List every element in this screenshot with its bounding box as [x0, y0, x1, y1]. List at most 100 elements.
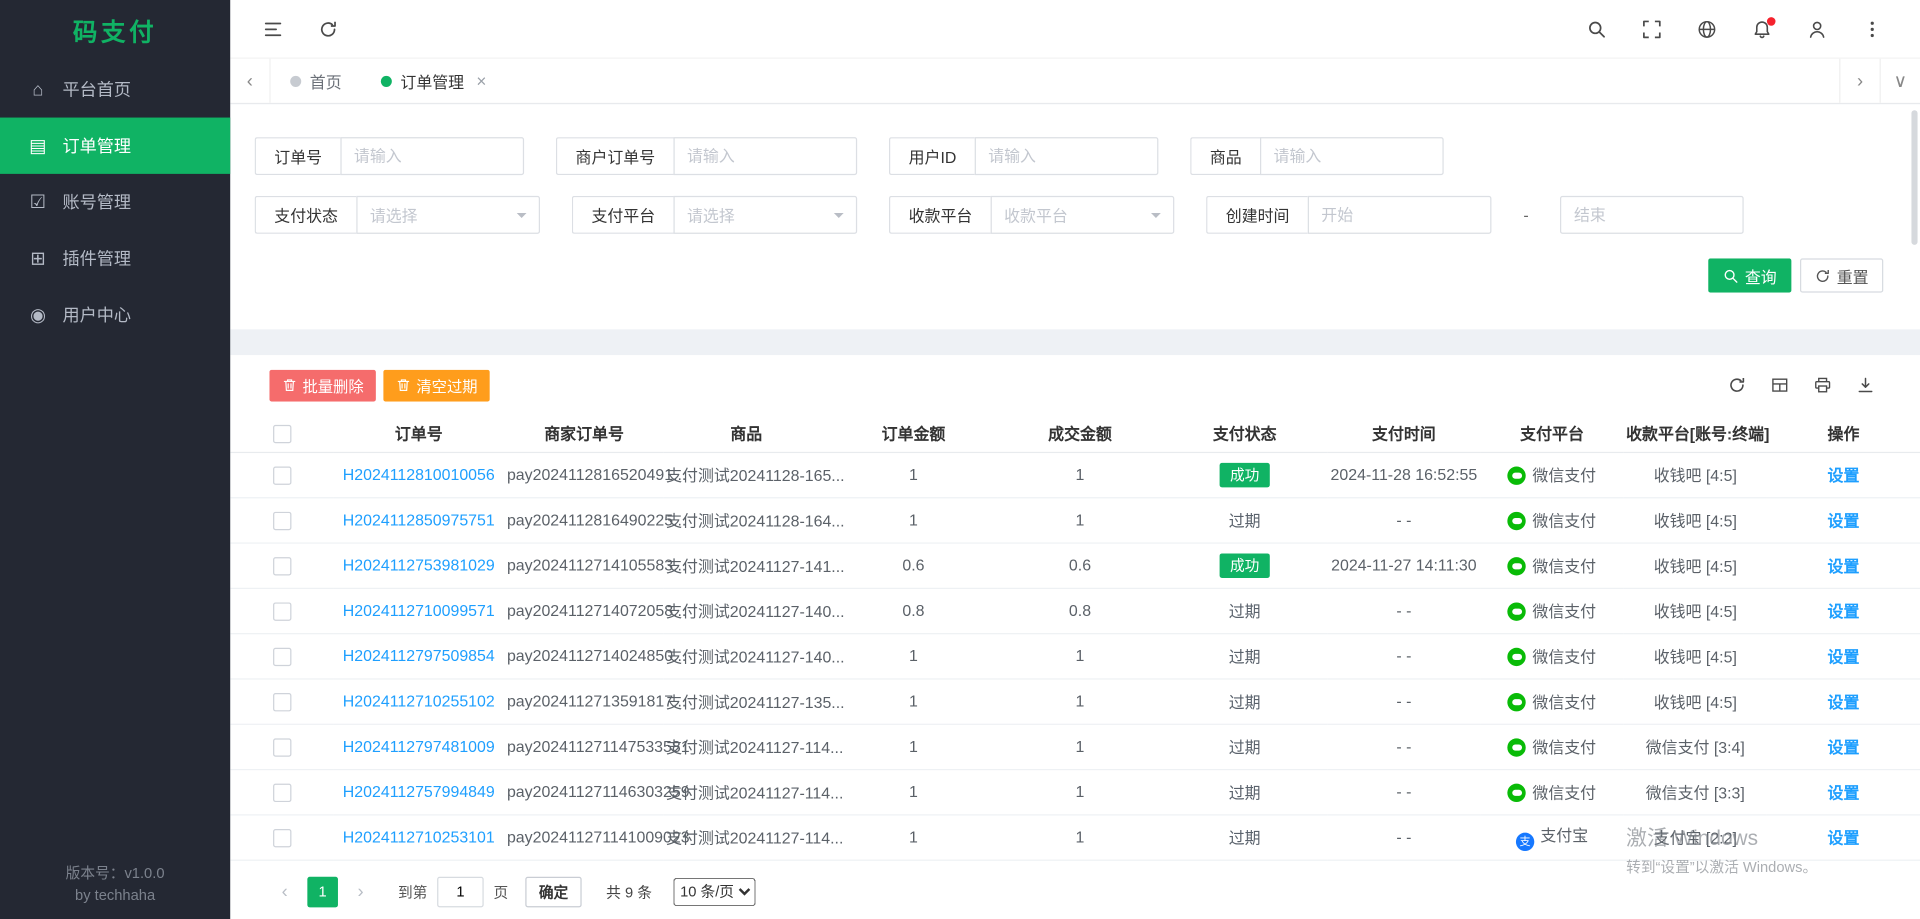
fullscreen-icon[interactable] [1641, 18, 1663, 40]
refresh-icon[interactable] [317, 18, 339, 40]
product-input[interactable] [1260, 137, 1444, 175]
order-amount-cell: 1 [829, 497, 998, 542]
sidebar-item-accounts[interactable]: ☑ 账号管理 [0, 174, 230, 230]
row-checkbox[interactable] [272, 783, 290, 801]
wechat-pay-icon [1508, 738, 1526, 756]
order-number-link[interactable]: H2024112710253101 [343, 828, 495, 846]
pay-status-select[interactable]: 请选择 [356, 196, 540, 234]
refresh-table-icon[interactable] [1725, 374, 1747, 396]
row-settings-link[interactable]: 设置 [1828, 467, 1860, 485]
row-checkbox[interactable] [272, 602, 290, 620]
row-checkbox[interactable] [272, 557, 290, 575]
tabs-scroll-left-button[interactable]: ‹ [230, 59, 270, 103]
version-info: 版本号：v1.0.0 by techhaha [0, 862, 230, 908]
order-number-link[interactable]: H2024112797509854 [343, 647, 495, 665]
sidebar-item-orders[interactable]: ▤ 订单管理 [0, 118, 230, 174]
table-row: H2024112757994849 pay202411271146303259 … [230, 769, 1920, 814]
date-range-separator: - [1523, 206, 1528, 224]
row-settings-link[interactable]: 设置 [1828, 557, 1860, 575]
order-number-link[interactable]: H2024112810010056 [343, 465, 495, 483]
order-number-link[interactable]: H2024112710255102 [343, 692, 495, 710]
tabs-menu-button[interactable]: ∨ [1880, 59, 1920, 103]
pay-platform-label: 支付平台 [572, 196, 674, 234]
reset-button[interactable]: 重置 [1800, 258, 1883, 292]
row-settings-link[interactable]: 设置 [1828, 648, 1860, 666]
confirm-page-button[interactable]: 确定 [525, 876, 581, 907]
language-icon[interactable] [1696, 18, 1718, 40]
row-checkbox[interactable] [272, 511, 290, 529]
pay-platform-cell: 微信支付 [1480, 542, 1623, 587]
row-checkbox[interactable] [272, 647, 290, 665]
toolbar-buttons: 批量删除 清空过期 [269, 369, 489, 401]
row-settings-link[interactable]: 设置 [1828, 784, 1860, 802]
merchant-order-no-label: 商户订单号 [556, 137, 674, 175]
tab-home[interactable]: 首页 [271, 59, 362, 103]
row-checkbox[interactable] [272, 738, 290, 756]
order-no-input[interactable] [340, 137, 524, 175]
goto-page-input[interactable] [437, 876, 484, 907]
page-unit-label: 页 [493, 881, 508, 902]
merchant-order-no-cell: pay2024112713591817... [504, 678, 663, 723]
row-checkbox[interactable] [272, 828, 290, 846]
receiver-platform-cell: 收钱吧 [4:5] [1624, 588, 1767, 633]
order-number-link[interactable]: H2024112850975751 [343, 511, 495, 529]
next-page-button[interactable]: › [345, 876, 376, 907]
tab-status-dot [381, 75, 392, 86]
order-amount-cell: 1 [829, 633, 998, 678]
search-icon[interactable] [1586, 18, 1608, 40]
row-checkbox[interactable] [272, 692, 290, 710]
order-number-link[interactable]: H2024112710099571 [343, 601, 495, 619]
row-settings-link[interactable]: 设置 [1828, 602, 1860, 620]
row-checkbox[interactable] [272, 466, 290, 484]
scrollbar-thumb[interactable] [1911, 110, 1917, 245]
receiver-platform-cell: 收钱吧 [4:5] [1624, 633, 1767, 678]
app-logo: 码支付 [0, 0, 230, 59]
row-settings-link[interactable]: 设置 [1828, 693, 1860, 711]
sidebar-item-home[interactable]: ⌂ 平台首页 [0, 61, 230, 117]
row-settings-link[interactable]: 设置 [1828, 738, 1860, 756]
page-size-select[interactable]: 10 条/页 [674, 877, 756, 905]
collapse-menu-icon[interactable] [262, 18, 284, 40]
pay-status-cell: 过期 [1162, 588, 1327, 633]
more-vertical-icon[interactable] [1861, 18, 1883, 40]
trash-icon [282, 377, 298, 393]
select-all-checkbox[interactable] [272, 425, 290, 443]
pay-time-cell: - - [1327, 497, 1480, 542]
columns-icon[interactable] [1768, 374, 1790, 396]
tab-orders[interactable]: 订单管理 × [361, 59, 506, 103]
row-settings-link[interactable]: 设置 [1828, 512, 1860, 530]
merchant-order-no-input[interactable] [674, 137, 858, 175]
row-settings-link[interactable]: 设置 [1828, 829, 1860, 847]
product-cell: 支付测试20241127-114... [664, 814, 829, 859]
sidebar-item-label: 插件管理 [62, 246, 131, 270]
sidebar-item-user-center[interactable]: ◉ 用户中心 [0, 287, 230, 343]
user-id-input[interactable] [975, 137, 1159, 175]
sidebar-item-plugins[interactable]: ⊞ 插件管理 [0, 230, 230, 286]
pay-status-cell: 过期 [1162, 814, 1327, 859]
pay-platform-select[interactable]: 请选择 [674, 196, 858, 234]
prev-page-button[interactable]: ‹ [269, 876, 300, 907]
filter-row-1: 订单号 商户订单号 用户ID 商品 [255, 137, 1884, 175]
tab-close-icon[interactable]: × [476, 71, 486, 91]
status-badge: 成功 [1220, 553, 1269, 577]
date-end-input[interactable] [1560, 196, 1744, 234]
print-icon[interactable] [1811, 374, 1833, 396]
order-number-link[interactable]: H2024112757994849 [343, 782, 495, 800]
receive-platform-select[interactable]: 收款平台 [991, 196, 1175, 234]
batch-delete-button[interactable]: 批量删除 [269, 369, 376, 401]
export-icon[interactable] [1854, 374, 1876, 396]
date-start-input[interactable] [1308, 196, 1492, 234]
deal-amount-cell: 1 [998, 452, 1162, 497]
tab-label: 订单管理 [400, 69, 464, 92]
current-page-button[interactable]: 1 [307, 876, 338, 907]
profile-icon[interactable] [1806, 18, 1828, 40]
open-tabs: 首页 订单管理 × [271, 59, 1840, 103]
order-number-link[interactable]: H2024112753981029 [343, 556, 495, 574]
order-number-link[interactable]: H2024112797481009 [343, 737, 495, 755]
status-badge: 过期 [1229, 648, 1261, 666]
notification-icon[interactable] [1751, 18, 1773, 40]
clear-expired-button[interactable]: 清空过期 [383, 369, 490, 401]
tabs-scroll-right-button[interactable]: › [1839, 59, 1879, 103]
search-button[interactable]: 查询 [1708, 258, 1791, 292]
account-icon: ☑ [27, 191, 49, 213]
